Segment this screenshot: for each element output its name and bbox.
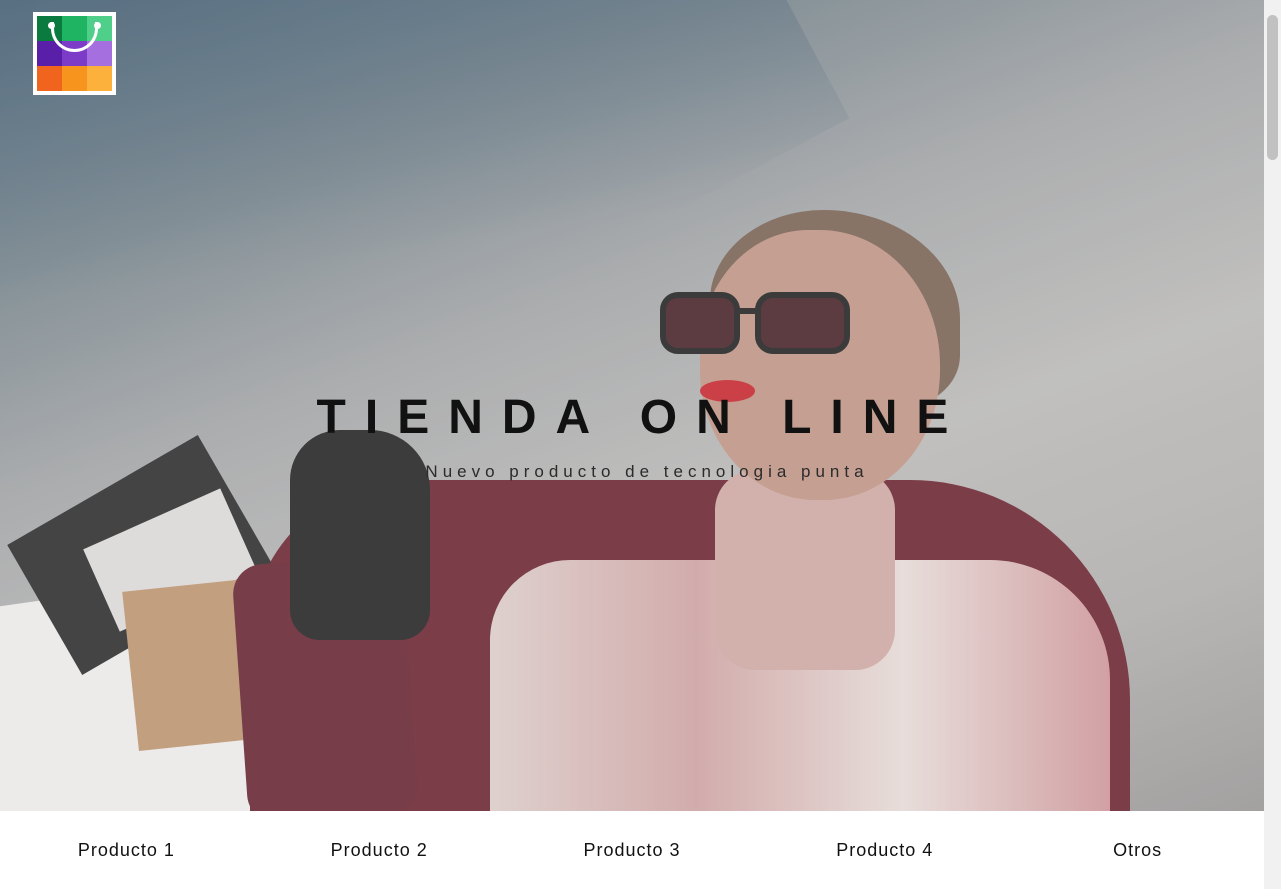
vertical-scrollbar[interactable] bbox=[1264, 0, 1281, 889]
hero-banner: TIENDA ON LINE Nuevo producto de tecnolo… bbox=[0, 0, 1264, 811]
scrollbar-thumb[interactable] bbox=[1267, 15, 1278, 160]
hero-subtitle: Nuevo producto de tecnologia punta bbox=[425, 462, 869, 481]
site-logo[interactable] bbox=[33, 12, 116, 95]
hero-title: TIENDA ON LINE bbox=[316, 391, 968, 444]
nav-item-producto-2[interactable]: Producto 2 bbox=[253, 840, 506, 861]
nav-item-producto-1[interactable]: Producto 1 bbox=[0, 840, 253, 861]
shopping-bag-icon bbox=[37, 16, 112, 91]
product-nav: Producto 1 Producto 2 Producto 3 Product… bbox=[0, 811, 1264, 889]
nav-item-producto-3[interactable]: Producto 3 bbox=[506, 840, 759, 861]
nav-item-producto-4[interactable]: Producto 4 bbox=[758, 840, 1011, 861]
nav-item-otros[interactable]: Otros bbox=[1011, 840, 1264, 861]
